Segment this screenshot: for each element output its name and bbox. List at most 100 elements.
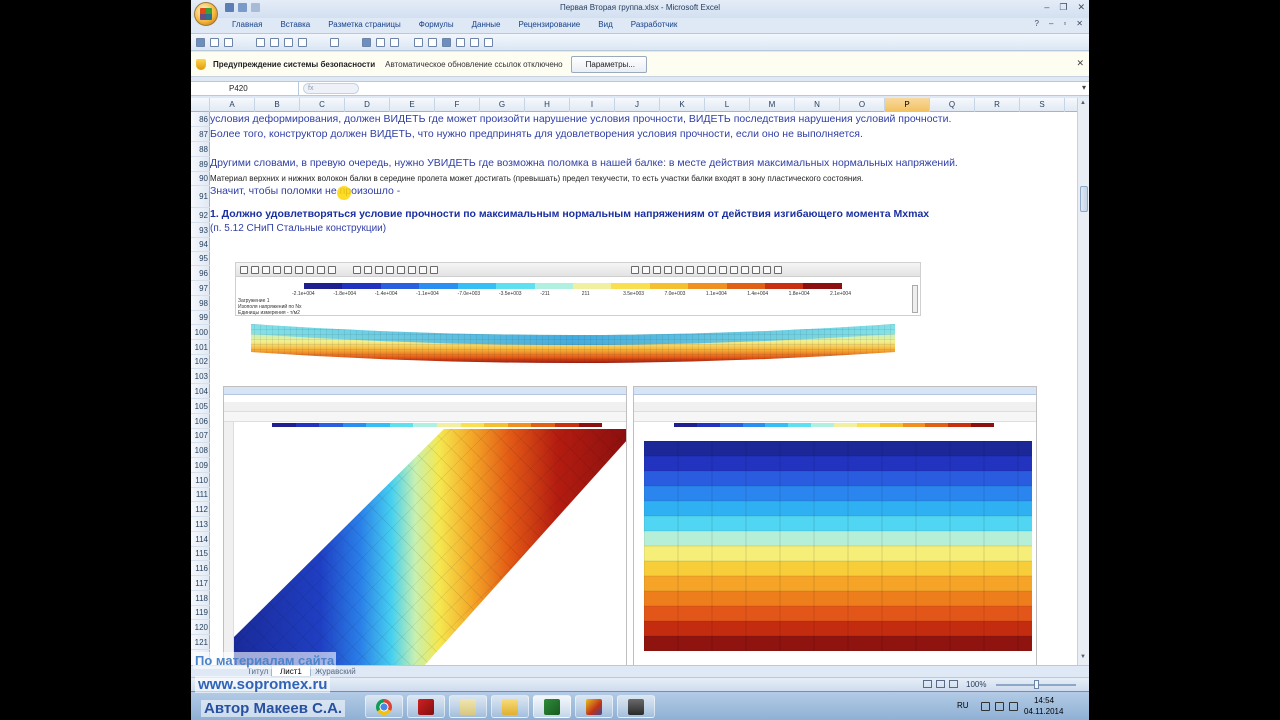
row-header-115[interactable]: 115 — [191, 547, 210, 561]
row-header-108[interactable]: 108 — [191, 443, 210, 458]
clock-time[interactable]: 14:54 — [1034, 696, 1054, 705]
office-button[interactable] — [194, 2, 218, 26]
tab-review[interactable]: Рецензирование — [509, 18, 589, 32]
row-header-112[interactable]: 112 — [191, 502, 210, 517]
zoom-knob[interactable] — [1034, 680, 1039, 689]
row-header-121[interactable]: 121 — [191, 635, 210, 650]
row-header-116[interactable]: 116 — [191, 561, 210, 576]
row-header-118[interactable]: 118 — [191, 591, 210, 606]
row-header-104[interactable]: 104 — [191, 384, 210, 399]
column-header-o[interactable]: O — [840, 98, 885, 112]
column-header-l[interactable]: L — [705, 98, 750, 112]
row-header-102[interactable]: 102 — [191, 355, 210, 369]
ribbon-minimize-icon[interactable]: – — [1049, 19, 1053, 28]
taskbar-app[interactable] — [617, 695, 655, 718]
page-break-icon[interactable] — [949, 680, 958, 688]
save-icon[interactable] — [196, 37, 205, 47]
tab-page-layout[interactable]: Разметка страницы — [319, 18, 410, 32]
row-header-110[interactable]: 110 — [191, 473, 210, 488]
taskbar-explorer[interactable] — [491, 695, 529, 718]
column-header-i[interactable]: I — [570, 98, 615, 112]
row-header-101[interactable]: 101 — [191, 340, 210, 355]
options-button[interactable]: Параметры... — [570, 55, 647, 73]
chart-icon[interactable] — [362, 37, 371, 47]
filter-icon[interactable] — [390, 37, 399, 47]
normal-view-icon[interactable] — [923, 680, 932, 688]
row-header-91[interactable]: 91 — [191, 186, 210, 208]
insert-icon[interactable] — [270, 37, 279, 47]
column-header-a[interactable]: A — [210, 98, 255, 112]
column-header-b[interactable]: B — [255, 98, 300, 112]
grid-icon[interactable] — [284, 37, 293, 47]
close-icon[interactable]: ✕ — [1077, 2, 1085, 13]
taskbar-notes[interactable] — [449, 695, 487, 718]
tab-formulas[interactable]: Формулы — [410, 18, 463, 32]
fx-button[interactable]: fx — [303, 83, 359, 94]
row-header-92[interactable]: 92 — [191, 208, 210, 223]
help-icon[interactable]: ? — [1035, 19, 1039, 28]
paint-icon[interactable] — [442, 37, 451, 47]
row-header-100[interactable]: 100 — [191, 325, 210, 340]
taskbar-lira[interactable] — [575, 695, 613, 718]
clock-date[interactable]: 04.11.2014 — [1024, 707, 1063, 716]
select-all-corner[interactable] — [191, 98, 210, 112]
row-header-90[interactable]: 90 — [191, 172, 210, 186]
taskbar-kompas[interactable] — [407, 695, 445, 718]
maximize-icon[interactable]: ❐ — [1059, 2, 1067, 13]
tray-volume-icon[interactable] — [1009, 702, 1018, 711]
column-header-p[interactable]: P — [885, 98, 930, 112]
column-header-n[interactable]: N — [795, 98, 840, 112]
column-header-f[interactable]: F — [435, 98, 480, 112]
row-header-96[interactable]: 96 — [191, 266, 210, 281]
tab-data[interactable]: Данные — [463, 18, 510, 32]
row-header-113[interactable]: 113 — [191, 517, 210, 532]
undo-icon[interactable] — [210, 37, 219, 47]
row-header-98[interactable]: 98 — [191, 296, 210, 311]
row-header-87[interactable]: 87 — [191, 127, 210, 142]
column-header-g[interactable]: G — [480, 98, 525, 112]
column-header-d[interactable]: D — [345, 98, 390, 112]
border-icon[interactable] — [256, 37, 265, 47]
column-header-m[interactable]: M — [750, 98, 795, 112]
row-header-120[interactable]: 120 — [191, 620, 210, 635]
language-indicator[interactable]: RU — [957, 701, 969, 710]
row-header-97[interactable]: 97 — [191, 281, 210, 296]
column-header-q[interactable]: Q — [930, 98, 975, 112]
page-layout-icon[interactable] — [936, 680, 945, 688]
row-header-88[interactable]: 88 — [191, 142, 210, 157]
row-header-106[interactable]: 106 — [191, 414, 210, 429]
column-header-r[interactable]: R — [975, 98, 1020, 112]
column-header-s[interactable]: S — [1020, 98, 1065, 112]
column-header-k[interactable]: K — [660, 98, 705, 112]
table-icon[interactable] — [376, 37, 385, 47]
tray-network-icon[interactable] — [995, 702, 1004, 711]
row-header-114[interactable]: 114 — [191, 532, 210, 547]
worksheet-grid[interactable]: 86 87 88 89 90 91 92 93 94 95 96 97 98 99 100 101 102 103… — [191, 112, 1077, 665]
row-header-89[interactable]: 89 — [191, 157, 210, 172]
row-header-117[interactable]: 117 — [191, 576, 210, 591]
tab-developer[interactable]: Разработчик — [622, 18, 687, 32]
row-header-109[interactable]: 109 — [191, 458, 210, 473]
expand-formula-icon[interactable]: ▾ — [1082, 83, 1086, 92]
ribbon-restore-icon[interactable]: ▫ — [1063, 19, 1066, 28]
merge-icon[interactable] — [298, 37, 307, 47]
column-header-h[interactable]: H — [525, 98, 570, 112]
tray-flag-icon[interactable] — [981, 702, 990, 711]
zoom-slider[interactable] — [996, 680, 1076, 689]
minimize-icon[interactable]: – — [1044, 2, 1049, 13]
row-header-107[interactable]: 107 — [191, 429, 210, 443]
taskbar-excel[interactable] — [533, 695, 571, 718]
row-header-95[interactable]: 95 — [191, 252, 210, 266]
close-icon[interactable]: ✕ — [1076, 58, 1084, 69]
row-header-103[interactable]: 103 — [191, 369, 210, 384]
function-icon[interactable] — [470, 37, 479, 47]
column-header-e[interactable]: E — [390, 98, 435, 112]
row-header-105[interactable]: 105 — [191, 399, 210, 414]
vertical-scrollbar[interactable]: ▲ ▼ — [1077, 98, 1089, 665]
row-header-86[interactable]: 86 — [191, 112, 210, 127]
tab-home[interactable]: Главная — [223, 18, 271, 32]
redo-icon[interactable] — [224, 37, 233, 47]
more-icon[interactable] — [484, 37, 493, 47]
row-header-93[interactable]: 93 — [191, 223, 210, 238]
align-icon[interactable] — [330, 37, 339, 47]
